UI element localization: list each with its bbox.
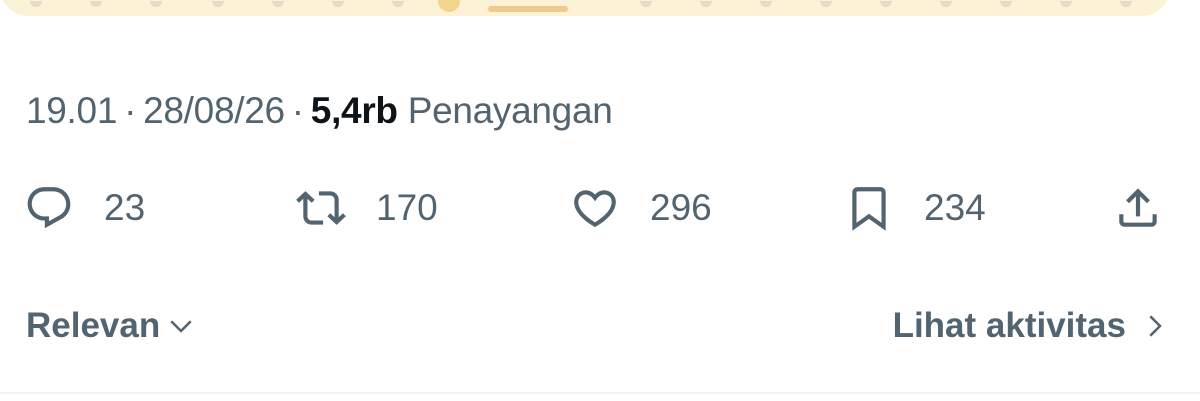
repost-count: 170 [376,187,438,228]
media-decoration [700,1,712,7]
media-decoration [1000,1,1012,7]
view-activity-link[interactable]: Lihat aktivitas [893,300,1170,352]
media-decoration [488,6,568,12]
media-decoration [272,1,284,7]
post-time[interactable]: 19.01 [26,90,117,131]
post-date[interactable]: 28/08/26 [143,90,285,131]
media-decoration [880,1,892,7]
like-button[interactable]: 296 [570,180,712,236]
replies-header: Relevan Lihat aktivitas [0,300,1200,352]
reply-count: 23 [104,187,146,228]
media-decoration [1060,1,1072,7]
media-decoration [212,1,224,7]
repost-icon [296,191,346,225]
reply-sort-dropdown[interactable]: Relevan [26,300,196,352]
post-media-bottom-edge[interactable] [0,0,1170,16]
media-decoration [1120,1,1132,7]
media-decoration [150,1,162,7]
views-label[interactable]: Penayangan [408,90,613,131]
meta-separator: · [124,90,137,131]
media-decoration [332,1,344,7]
post-detail-footer: 19.01 · 28/08/26 · 5,4rb Penayangan 23 170 2… [0,0,1200,401]
media-decoration [940,1,952,7]
views-count[interactable]: 5,4rb [311,90,398,131]
post-action-bar: 23 170 296 234 [0,180,1200,236]
media-decoration [820,1,832,7]
chevron-right-icon [1149,315,1162,337]
media-decoration [30,1,42,7]
like-count: 296 [650,187,712,228]
bookmark-count: 234 [924,187,986,228]
reply-button[interactable]: 23 [24,180,145,236]
meta-separator: · [291,90,304,131]
bookmark-icon [852,187,886,231]
view-activity-label: Lihat aktivitas [892,306,1126,345]
repost-button[interactable]: 170 [296,180,438,236]
bookmark-button[interactable]: 234 [844,180,986,236]
share-icon [1119,188,1157,227]
media-decoration [90,1,102,7]
media-decoration [392,1,404,7]
post-meta: 19.01 · 28/08/26 · 5,4rb Penayangan [26,87,613,135]
chevron-down-icon [170,320,192,333]
heart-icon [574,190,616,228]
reply-sort-label: Relevan [26,306,161,345]
media-decoration [760,1,772,7]
section-divider [0,392,1200,394]
media-decoration [640,1,652,7]
reply-icon [27,187,71,229]
share-button[interactable] [1113,180,1163,236]
media-decoration [438,0,460,12]
